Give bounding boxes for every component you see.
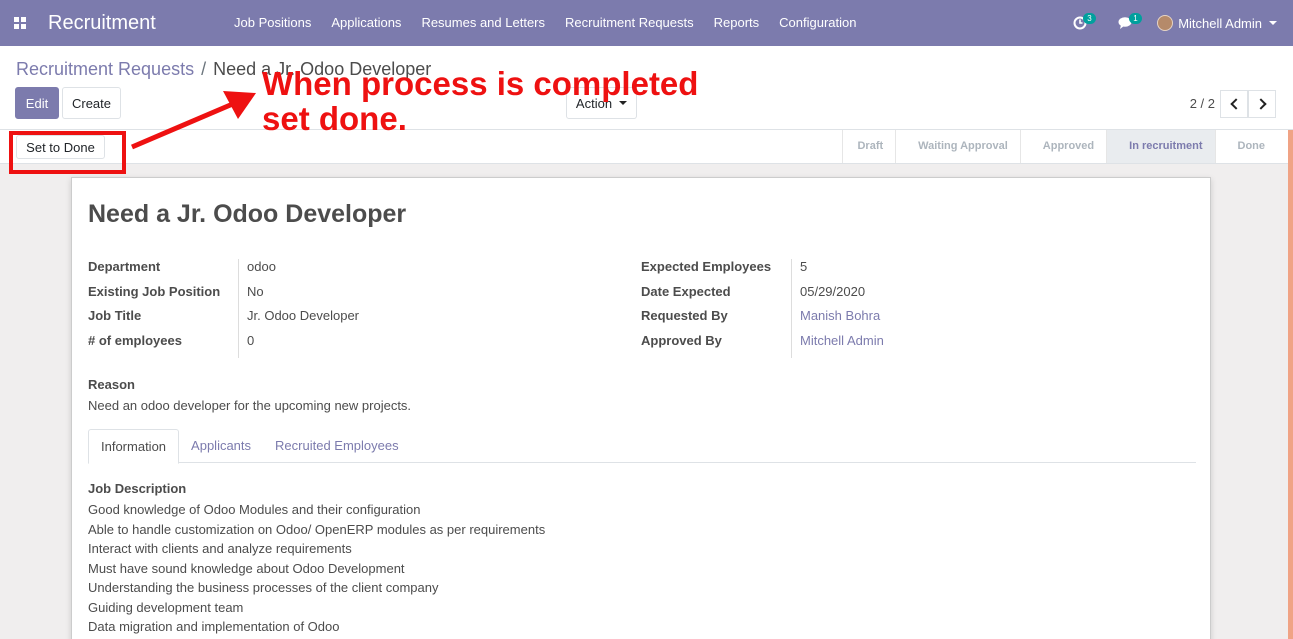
- messages-icon[interactable]: 1: [1103, 0, 1149, 46]
- field-expected-employees: Expected Employees 5: [641, 259, 807, 284]
- menu-resumes-letters[interactable]: Resumes and Letters: [411, 0, 555, 46]
- menu-configuration[interactable]: Configuration: [769, 0, 866, 46]
- stage-approved: Approved: [1019, 130, 1106, 163]
- field-value[interactable]: Jr. Odoo Developer: [238, 308, 359, 333]
- field-value[interactable]: 5: [791, 259, 807, 284]
- field-value[interactable]: 0: [238, 333, 254, 358]
- field-label: Approved By: [641, 333, 722, 348]
- description-line: Good knowledge of Odoo Modules and their…: [88, 502, 421, 517]
- field-label: Date Expected: [641, 284, 731, 299]
- pager-previous-button[interactable]: [1220, 90, 1248, 118]
- field-date-expected: Date Expected 05/29/2020: [641, 284, 865, 309]
- stage-pipeline: Draft Waiting Approval Approved In recru…: [842, 130, 1293, 163]
- user-name: Mitchell Admin: [1178, 15, 1262, 31]
- user-menu[interactable]: Mitchell Admin: [1149, 15, 1293, 31]
- app-brand[interactable]: Recruitment: [48, 12, 224, 35]
- main-menu: Job Positions Applications Resumes and L…: [224, 0, 867, 46]
- annotation-line-1: When process is completed: [262, 65, 699, 102]
- description-line: Able to handle customization on Odoo/ Op…: [88, 521, 546, 537]
- annotation-arrow-icon: [131, 91, 256, 150]
- form-sheet: Need a Jr. Odoo Developer Department odo…: [71, 177, 1211, 639]
- reason-label: Reason: [88, 377, 135, 392]
- field-value[interactable]: No: [238, 284, 264, 309]
- reason-text[interactable]: Need an odoo developer for the upcoming …: [88, 398, 411, 413]
- avatar: [1157, 15, 1174, 31]
- description-line: Understanding the business processes of …: [88, 580, 439, 595]
- field-job-title: Job Title Jr. Odoo Developer: [88, 308, 359, 333]
- annotation-text: When process is completed set done.: [262, 66, 698, 136]
- field-value[interactable]: odoo: [238, 259, 276, 284]
- pager-value[interactable]: 2 / 2: [1190, 96, 1215, 111]
- menu-reports[interactable]: Reports: [704, 0, 770, 46]
- approved-by-link[interactable]: Mitchell Admin: [791, 333, 884, 358]
- annotation-line-2: set done.: [262, 100, 407, 137]
- stage-waiting-approval: Waiting Approval: [895, 130, 1020, 163]
- job-description-label: Job Description: [88, 481, 187, 496]
- description-line: Data migration and implementation of Odo…: [88, 619, 340, 634]
- tab-recruited-employees[interactable]: Recruited Employees: [263, 429, 411, 463]
- menu-job-positions[interactable]: Job Positions: [224, 0, 321, 46]
- stage-done: Done: [1214, 130, 1293, 163]
- record-title: Need a Jr. Odoo Developer: [88, 200, 407, 228]
- field-department: Department odoo: [88, 259, 276, 284]
- field-label: Job Title: [88, 308, 142, 323]
- field-label: Expected Employees: [641, 259, 772, 274]
- field-requested-by: Requested By Manish Bohra: [641, 308, 880, 333]
- description-line: Must have sound knowledge about Odoo Dev…: [88, 560, 405, 576]
- breadcrumb-parent[interactable]: Recruitment Requests: [16, 59, 194, 79]
- annotation-highlight-box: [9, 131, 126, 174]
- field-label: Department: [88, 259, 161, 274]
- requested-by-link[interactable]: Manish Bohra: [791, 308, 880, 333]
- notebook-tabs: Information Applicants Recruited Employe…: [88, 429, 1196, 464]
- breadcrumb-separator: /: [201, 59, 207, 79]
- field-label: Existing Job Position: [88, 284, 221, 299]
- activity-badge: 3: [1083, 13, 1096, 24]
- create-button[interactable]: Create: [62, 87, 121, 119]
- scrollbar[interactable]: [1288, 130, 1293, 639]
- tab-applicants[interactable]: Applicants: [179, 429, 263, 463]
- apps-menu-icon[interactable]: [0, 0, 40, 46]
- description-line: Guiding development team: [88, 599, 244, 615]
- caret-down-icon: [1269, 21, 1277, 25]
- stage-draft: Draft: [842, 130, 895, 163]
- menu-recruitment-requests[interactable]: Recruitment Requests: [555, 0, 704, 46]
- top-navbar: Recruitment Job Positions Applications R…: [0, 0, 1293, 46]
- field-approved-by: Approved By Mitchell Admin: [641, 333, 884, 358]
- field-number-of-employees: # of employees 0: [88, 333, 254, 358]
- pager-next-button[interactable]: [1248, 90, 1276, 118]
- chevron-left-icon: [1229, 98, 1242, 110]
- menu-applications[interactable]: Applications: [321, 0, 411, 46]
- tab-information[interactable]: Information: [88, 429, 180, 464]
- systray: 3 1 Mitchell Admin: [1057, 0, 1293, 46]
- chevron-right-icon: [1254, 98, 1267, 110]
- activity-icon[interactable]: 3: [1057, 0, 1103, 46]
- field-value[interactable]: 05/29/2020: [791, 284, 865, 309]
- field-label: # of employees: [88, 333, 182, 348]
- messages-badge: 1: [1129, 13, 1142, 24]
- field-existing-job-position: Existing Job Position No: [88, 284, 264, 309]
- description-line: Interact with clients and analyze requir…: [88, 541, 352, 556]
- job-description-text[interactable]: Good knowledge of Odoo Modules and their…: [88, 500, 545, 637]
- stage-in-recruitment: In recruitment: [1106, 130, 1215, 163]
- field-label: Requested By: [641, 308, 728, 323]
- edit-button[interactable]: Edit: [15, 87, 59, 119]
